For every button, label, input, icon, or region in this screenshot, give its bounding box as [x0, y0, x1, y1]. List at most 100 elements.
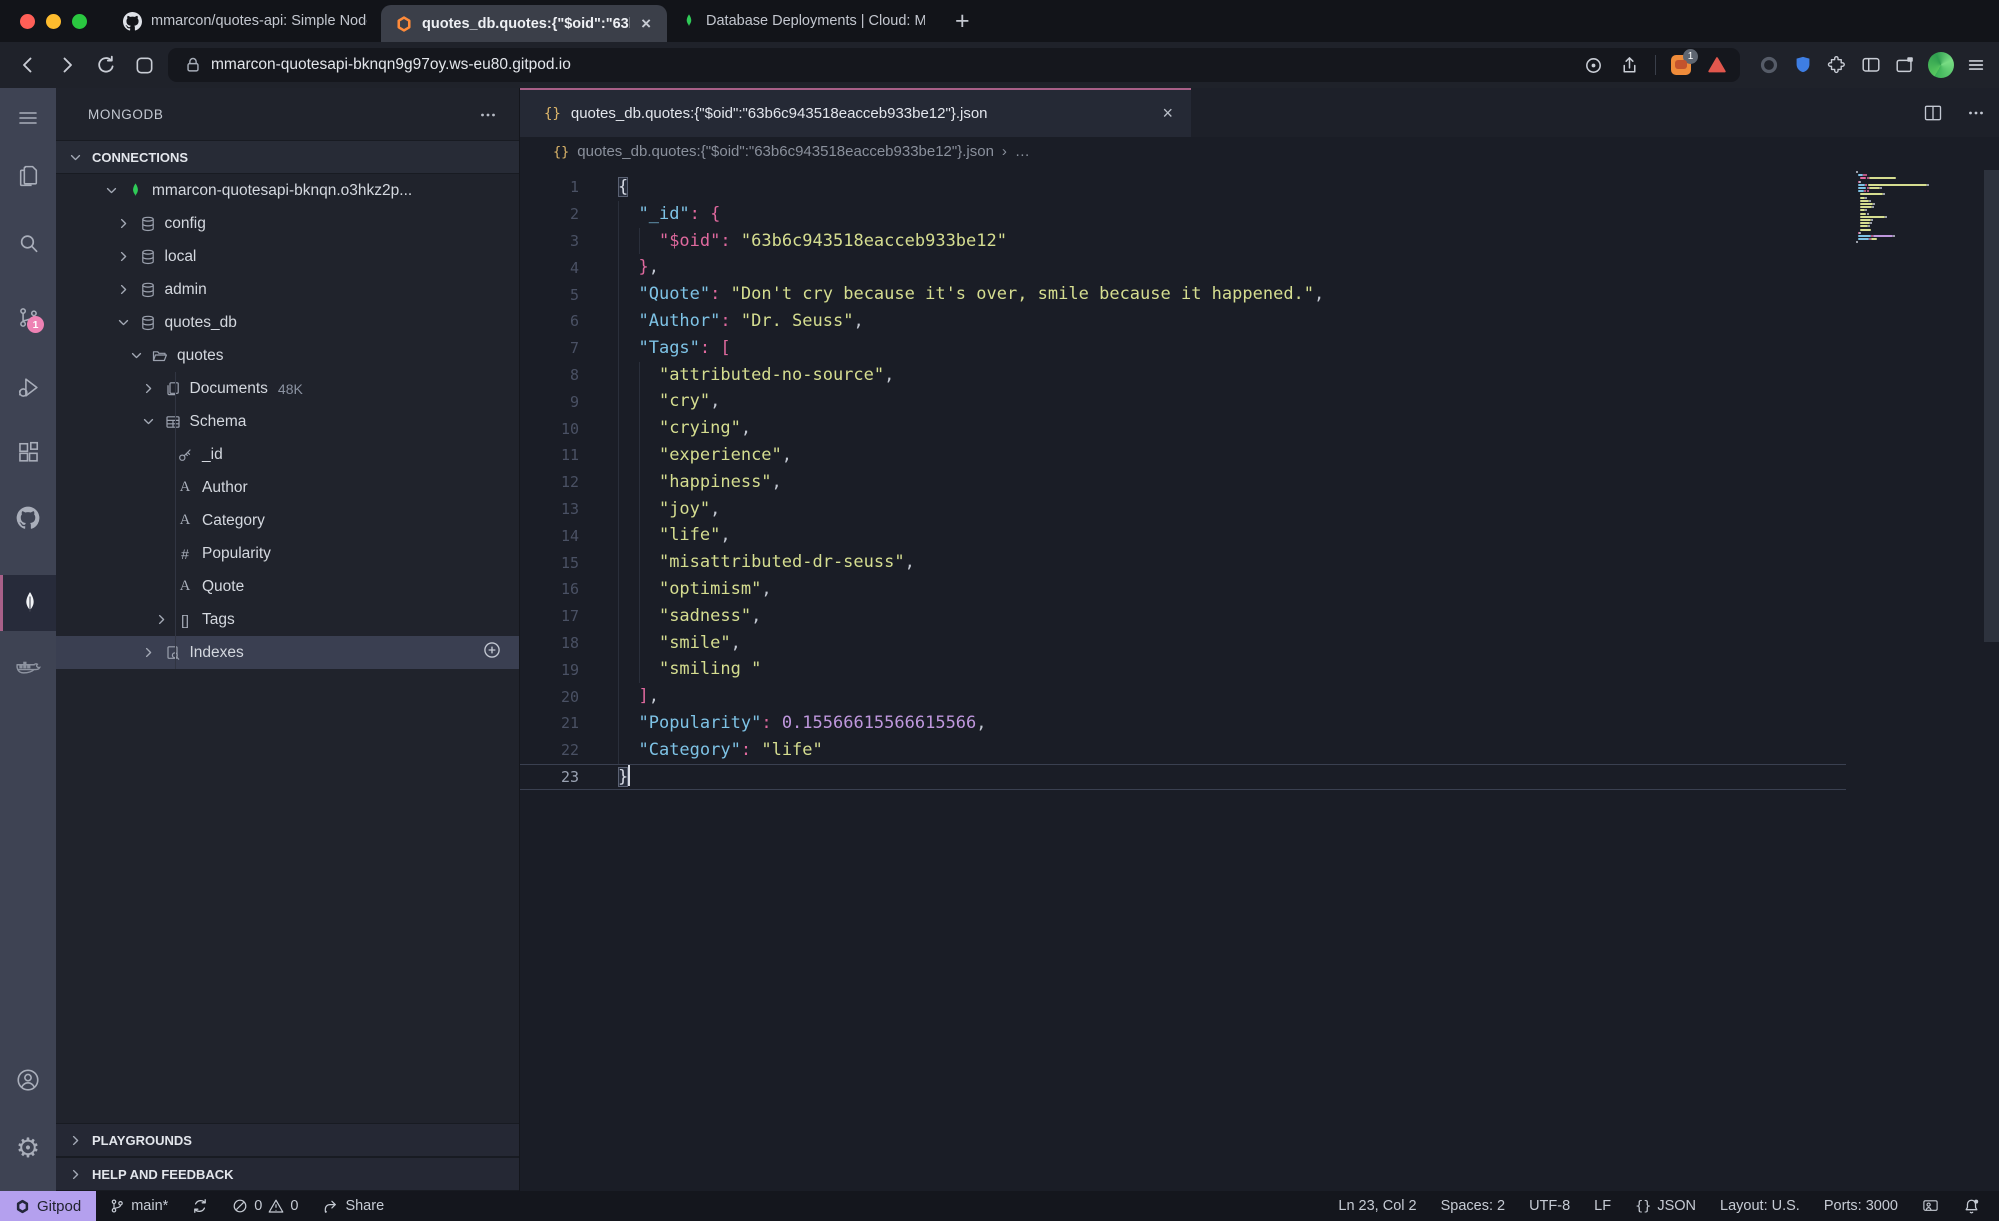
keyboard-layout-status[interactable]: Layout: U.S. — [1709, 1191, 1811, 1221]
code-line-11[interactable]: 11 "experience", — [520, 442, 1846, 469]
extensions-icon[interactable] — [0, 426, 56, 478]
tree-item-documents[interactable]: Documents 48K — [56, 372, 519, 405]
tree-item-local[interactable]: local — [56, 240, 519, 273]
cursor-position-status[interactable]: Ln 23, Col 2 — [1327, 1191, 1427, 1221]
close-editor-tab-icon[interactable]: × — [1162, 103, 1173, 124]
language-status[interactable]: {} JSON — [1624, 1191, 1707, 1221]
chevron-right-icon[interactable] — [138, 645, 160, 660]
extensions-puzzle-icon[interactable] — [1826, 54, 1848, 76]
code-line-23[interactable]: 23} — [520, 763, 1846, 791]
settings-gear-icon[interactable]: ⚙ — [0, 1122, 56, 1174]
code-line-8[interactable]: 8 "attributed-no-source", — [520, 362, 1846, 389]
chevron-down-icon[interactable] — [100, 183, 122, 198]
close-window-icon[interactable] — [20, 13, 35, 29]
add-index-button[interactable] — [483, 641, 501, 659]
breadcrumb[interactable]: {} quotes_db.quotes:{"$oid":"63b6c943518… — [520, 137, 1999, 166]
docker-icon[interactable] — [0, 642, 56, 694]
code-line-10[interactable]: 10 "crying", — [520, 415, 1846, 442]
tree-item-quotes[interactable]: quotes — [56, 339, 519, 372]
sidebar-toggle-icon[interactable] — [1860, 54, 1882, 76]
forward-icon[interactable] — [56, 54, 78, 76]
chevron-down-icon[interactable] — [113, 315, 135, 330]
shield-extension-icon[interactable] — [1792, 54, 1814, 76]
gitpod-status-button[interactable]: Gitpod — [0, 1191, 97, 1221]
code-line-1[interactable]: 1{ — [520, 174, 1846, 201]
code-line-14[interactable]: 14 "life", — [520, 522, 1846, 549]
tab-overview-icon[interactable] — [1894, 54, 1916, 76]
code-line-5[interactable]: 5 "Quote": "Don't cry because it's over,… — [520, 281, 1846, 308]
triangle-extension-icon[interactable] — [1706, 54, 1728, 76]
run-debug-icon[interactable] — [0, 361, 56, 413]
code-line-19[interactable]: 19 "smiling " — [520, 656, 1846, 683]
share-icon[interactable] — [1619, 55, 1640, 76]
tree-item-quotes-db[interactable]: quotes_db — [56, 306, 519, 339]
eol-status[interactable]: LF — [1583, 1191, 1622, 1221]
feedback-icon[interactable] — [1911, 1191, 1950, 1221]
code-line-16[interactable]: 16 "optimism", — [520, 576, 1846, 603]
tree-item-config[interactable]: config — [56, 207, 519, 240]
tree-item-id[interactable]: _id — [56, 438, 519, 471]
chevron-right-icon[interactable] — [113, 249, 135, 264]
password-extension-icon[interactable]: 1 — [1671, 49, 1698, 75]
indentation-status[interactable]: Spaces: 2 — [1430, 1191, 1517, 1221]
branch-status[interactable]: main* — [98, 1191, 179, 1221]
more-actions-icon[interactable] — [479, 106, 497, 124]
chevron-down-icon[interactable] — [138, 414, 160, 429]
minimap[interactable] — [1852, 171, 1972, 271]
chevron-right-icon[interactable] — [113, 216, 135, 231]
tree-item-quote[interactable]: A Quote — [56, 570, 519, 603]
tree-item-popularity[interactable]: # Popularity — [56, 537, 519, 570]
tree-item-schema[interactable]: Schema — [56, 405, 519, 438]
browser-tab-active[interactable]: quotes_db.quotes:{"$oid":"63b × — [381, 5, 667, 42]
menu-icon[interactable] — [0, 92, 56, 144]
github-activity-icon[interactable] — [0, 492, 56, 544]
chevron-right-icon[interactable] — [138, 381, 160, 396]
ports-status[interactable]: Ports: 3000 — [1813, 1191, 1909, 1221]
chevron-right-icon[interactable] — [113, 282, 135, 297]
dark-ring-extension-icon[interactable] — [1758, 54, 1780, 76]
minimize-window-icon[interactable] — [46, 13, 61, 29]
code-line-2[interactable]: 2 "_id": { — [520, 201, 1846, 228]
chevron-down-icon[interactable] — [125, 348, 147, 363]
zoom-window-icon[interactable] — [72, 13, 87, 29]
profile-avatar[interactable] — [1928, 52, 1954, 78]
explorer-icon[interactable] — [0, 149, 56, 201]
section-help-and-feedback[interactable]: HELP AND FEEDBACK — [56, 1157, 519, 1191]
code-line-22[interactable]: 22 "Category": "life" — [520, 737, 1846, 764]
browser-tab-mongodb-cloud[interactable]: Database Deployments | Cloud: Mo — [667, 0, 939, 42]
encoding-status[interactable]: UTF-8 — [1518, 1191, 1581, 1221]
split-editor-icon[interactable] — [1923, 103, 1943, 123]
code-line-7[interactable]: 7 "Tags": [ — [520, 335, 1846, 362]
new-tab-button[interactable]: + — [955, 8, 970, 34]
code-line-4[interactable]: 4 }, — [520, 254, 1846, 281]
mongodb-activity-icon[interactable] — [0, 575, 56, 631]
code-line-12[interactable]: 12 "happiness", — [520, 469, 1846, 496]
sync-status[interactable] — [181, 1191, 219, 1221]
search-icon[interactable] — [0, 217, 56, 269]
tree-item-category[interactable]: A Category — [56, 504, 519, 537]
tree-item-author[interactable]: A Author — [56, 471, 519, 504]
address-bar[interactable]: mmarcon-quotesapi-bknqn9g97oy.ws-eu80.gi… — [168, 48, 1740, 82]
code-line-15[interactable]: 15 "misattributed-dr-seuss", — [520, 549, 1846, 576]
source-control-icon[interactable]: 1 — [0, 291, 56, 343]
bookmark-sidebar-icon[interactable] — [134, 55, 155, 76]
tree-item-indexes[interactable]: Indexes — [56, 636, 519, 669]
editor-more-actions-icon[interactable] — [1967, 104, 1985, 122]
chevron-right-icon[interactable] — [150, 612, 172, 627]
tree-item-mmarcon-quotesapi-bknqn-o3hkz2p[interactable]: mmarcon-quotesapi-bknqn.o3hkz2p... — [56, 174, 519, 207]
code-line-3[interactable]: 3 "$oid": "63b6c943518eacceb933be12" — [520, 228, 1846, 255]
tree-item-admin[interactable]: admin — [56, 273, 519, 306]
code-line-18[interactable]: 18 "smile", — [520, 630, 1846, 657]
section-playgrounds[interactable]: PLAYGROUNDS — [56, 1123, 519, 1157]
problems-status[interactable]: 0 0 — [221, 1191, 309, 1221]
section-connections[interactable]: CONNECTIONS — [56, 140, 519, 174]
code-line-9[interactable]: 9 "cry", — [520, 388, 1846, 415]
code-line-17[interactable]: 17 "sadness", — [520, 603, 1846, 630]
code-line-21[interactable]: 21 "Popularity": 0.15566615566615566, — [520, 710, 1846, 737]
share-status[interactable]: Share — [311, 1191, 395, 1221]
code-line-13[interactable]: 13 "joy", — [520, 496, 1846, 523]
back-icon[interactable] — [17, 54, 39, 76]
browser-tab-github[interactable]: mmarcon/quotes-api: Simple Node.j — [109, 0, 381, 42]
notifications-bell-icon[interactable] — [1952, 1191, 1991, 1221]
account-icon[interactable] — [0, 1054, 56, 1106]
